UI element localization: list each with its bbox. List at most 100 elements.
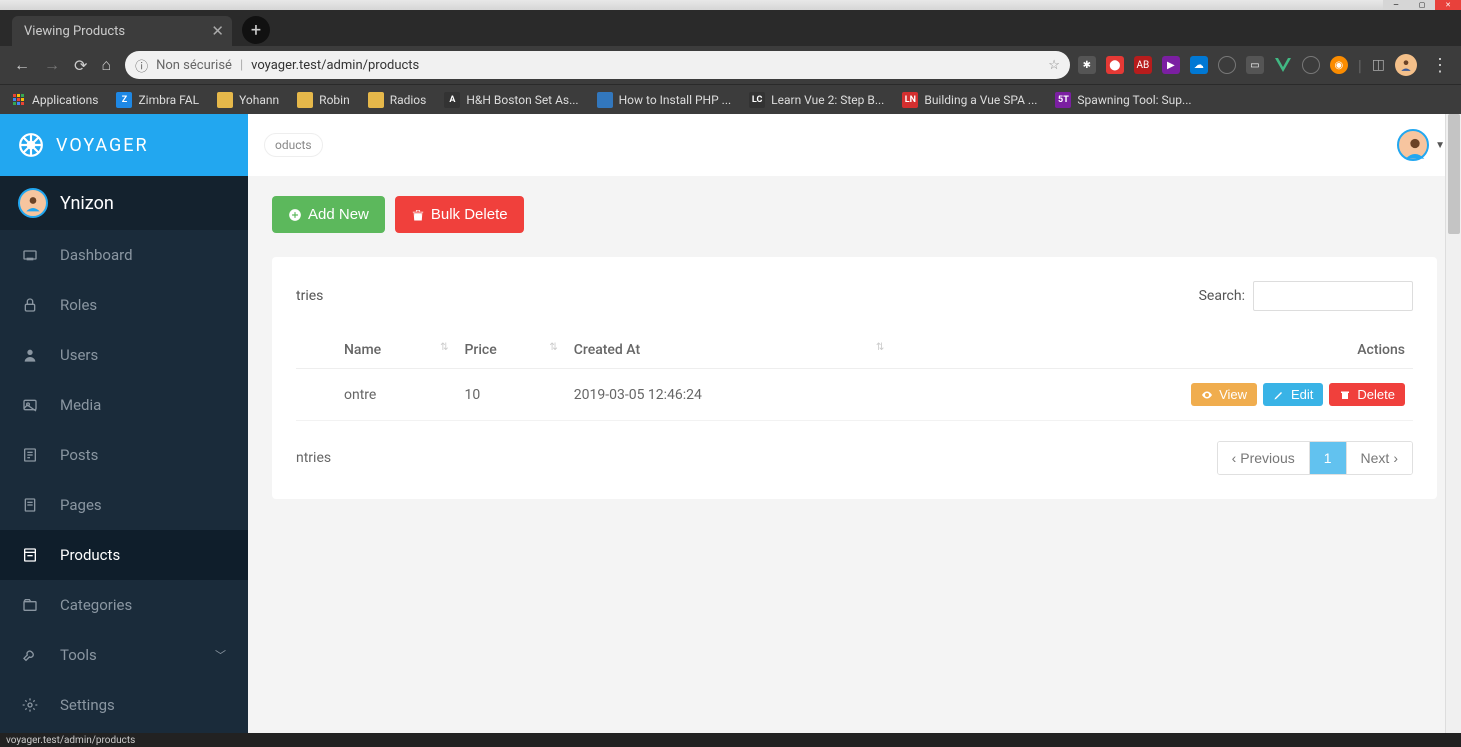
insecure-icon: ⓘ bbox=[135, 56, 148, 75]
sidebar-item-posts[interactable]: Posts bbox=[0, 430, 248, 480]
url-separator: | bbox=[240, 58, 243, 73]
reload-icon[interactable]: ⟳ bbox=[74, 56, 87, 75]
bookmarks-bar: Applications ZZimbra FAL Yohann Robin Radios… bbox=[0, 84, 1461, 114]
sidebar-item-settings[interactable]: Settings bbox=[0, 680, 248, 730]
url-bar[interactable]: ⓘ Non sécurisé | voyager.test/admin/prod… bbox=[125, 51, 1070, 79]
sidebar-item-pages[interactable]: Pages bbox=[0, 480, 248, 530]
caret-down-icon: ▼ bbox=[1435, 140, 1445, 151]
bookmark-item[interactable]: AH&H Boston Set As... bbox=[444, 92, 578, 108]
view-button[interactable]: View bbox=[1191, 383, 1257, 406]
sidebar-item-label: Users bbox=[60, 346, 98, 364]
search-label: Search: bbox=[1199, 288, 1245, 304]
extension-icon[interactable]: ✱ bbox=[1078, 56, 1096, 74]
vue-devtools-icon[interactable] bbox=[1274, 56, 1292, 74]
bulk-delete-label: Bulk Delete bbox=[431, 206, 508, 223]
search-input[interactable] bbox=[1253, 281, 1413, 311]
vertical-scrollbar[interactable] bbox=[1445, 114, 1461, 733]
bulk-delete-button[interactable]: Bulk Delete bbox=[395, 196, 524, 233]
home-icon[interactable]: ⌂ bbox=[101, 55, 111, 75]
breadcrumb[interactable]: oducts bbox=[264, 133, 323, 157]
brand-bar[interactable]: VOYAGER bbox=[0, 114, 248, 176]
posts-icon bbox=[22, 447, 40, 463]
pager-prev[interactable]: ‹ Previous bbox=[1218, 442, 1309, 474]
bookmark-item[interactable]: LCLearn Vue 2: Step B... bbox=[749, 92, 884, 108]
os-close-button[interactable]: ✕ bbox=[1435, 0, 1461, 10]
new-tab-button[interactable]: + bbox=[242, 16, 270, 44]
sidebar: VOYAGER Ynizon Dashboard Roles Users Media P… bbox=[0, 114, 248, 733]
content-area: oducts ▼ Add New bbox=[248, 114, 1461, 733]
sidebar-item-dashboard[interactable]: Dashboard bbox=[0, 230, 248, 280]
scroll-thumb[interactable] bbox=[1448, 114, 1460, 234]
delete-label: Delete bbox=[1357, 387, 1395, 402]
extension-icon[interactable]: ⬤ bbox=[1106, 56, 1124, 74]
topbar-avatar-icon bbox=[1397, 129, 1429, 161]
back-icon[interactable]: ← bbox=[14, 55, 30, 75]
extension-icon[interactable] bbox=[1302, 56, 1320, 74]
extension-icon[interactable]: AB bbox=[1134, 56, 1152, 74]
favicon-icon bbox=[597, 92, 613, 108]
url-text: voyager.test/admin/products bbox=[251, 58, 419, 73]
delete-button[interactable]: Delete bbox=[1329, 383, 1405, 406]
sidebar-item-categories[interactable]: Categories bbox=[0, 580, 248, 630]
bookmark-item[interactable]: How to Install PHP ... bbox=[597, 92, 732, 108]
favicon-icon: LC bbox=[749, 92, 765, 108]
add-new-button[interactable]: Add New bbox=[272, 196, 385, 233]
tab-close-icon[interactable]: ✕ bbox=[211, 22, 224, 40]
extension-icon[interactable]: ☁ bbox=[1190, 56, 1208, 74]
sidebar-item-products[interactable]: Products bbox=[0, 530, 248, 580]
bookmark-label: Robin bbox=[319, 93, 350, 107]
view-label: View bbox=[1219, 387, 1247, 402]
sidebar-item-users[interactable]: Users bbox=[0, 330, 248, 380]
cell-price: 10 bbox=[456, 369, 565, 421]
products-icon bbox=[22, 547, 40, 563]
sidebar-item-roles[interactable]: Roles bbox=[0, 280, 248, 330]
separator: | bbox=[1358, 56, 1362, 75]
sidebar-user[interactable]: Ynizon bbox=[0, 176, 248, 230]
pencil-icon bbox=[1273, 389, 1285, 401]
action-row: Add New Bulk Delete bbox=[272, 196, 1437, 233]
browser-menu-icon[interactable]: ⋮ bbox=[1427, 55, 1453, 76]
bookmark-item[interactable]: ZZimbra FAL bbox=[116, 92, 199, 108]
chevron-left-icon: ‹ bbox=[1232, 450, 1237, 466]
forward-icon[interactable]: → bbox=[44, 55, 60, 75]
topbar-user-menu[interactable]: ▼ bbox=[1397, 129, 1445, 161]
profile-avatar-icon[interactable] bbox=[1395, 54, 1417, 76]
bookmark-item[interactable]: Yohann bbox=[217, 92, 279, 108]
sidebar-item-label: Categories bbox=[60, 596, 132, 614]
cast-icon[interactable]: ◫ bbox=[1372, 57, 1385, 73]
os-maximize-button[interactable]: ▢ bbox=[1409, 0, 1435, 10]
edit-button[interactable]: Edit bbox=[1263, 383, 1323, 406]
extension-icon[interactable]: ◉ bbox=[1330, 56, 1348, 74]
user-avatar-icon bbox=[18, 188, 48, 218]
bookmark-item[interactable]: LNBuilding a Vue SPA ... bbox=[902, 92, 1037, 108]
sidebar-item-label: Dashboard bbox=[60, 246, 133, 264]
browser-tab-active[interactable]: Viewing Products ✕ bbox=[12, 16, 232, 46]
bookmark-item[interactable]: Robin bbox=[297, 92, 350, 108]
pager-next[interactable]: Next › bbox=[1346, 442, 1412, 474]
security-label: Non sécurisé bbox=[156, 58, 232, 73]
extension-icon[interactable] bbox=[1218, 56, 1236, 74]
sidebar-item-tools[interactable]: Tools﹀ bbox=[0, 630, 248, 680]
col-name[interactable]: Name bbox=[336, 331, 456, 369]
bookmark-item[interactable]: 5TSpawning Tool: Sup... bbox=[1055, 92, 1191, 108]
sidebar-item-media[interactable]: Media bbox=[0, 380, 248, 430]
bookmark-item[interactable]: Radios bbox=[368, 92, 427, 108]
bookmark-label: H&H Boston Set As... bbox=[466, 93, 578, 107]
sidebar-item-label: Posts bbox=[60, 446, 98, 464]
extension-icon[interactable]: ▭ bbox=[1246, 56, 1264, 74]
bookmark-star-icon[interactable]: ☆ bbox=[1048, 58, 1060, 73]
plus-circle-icon bbox=[288, 208, 302, 222]
os-minimize-button[interactable]: — bbox=[1383, 0, 1409, 10]
col-created[interactable]: Created At bbox=[566, 331, 892, 369]
bookmark-label: Zimbra FAL bbox=[138, 93, 199, 107]
pager-next-label: Next bbox=[1361, 450, 1390, 466]
sidebar-item-label: Settings bbox=[60, 696, 115, 714]
pager-page-1[interactable]: 1 bbox=[1309, 442, 1346, 474]
extension-icon[interactable]: ▶ bbox=[1162, 56, 1180, 74]
bookmark-item[interactable]: Applications bbox=[10, 92, 98, 108]
bookmark-label: Building a Vue SPA ... bbox=[924, 93, 1037, 107]
col-price[interactable]: Price bbox=[456, 331, 565, 369]
trash-icon bbox=[411, 208, 425, 222]
wheel-icon bbox=[18, 132, 44, 158]
settings-icon bbox=[22, 697, 40, 713]
